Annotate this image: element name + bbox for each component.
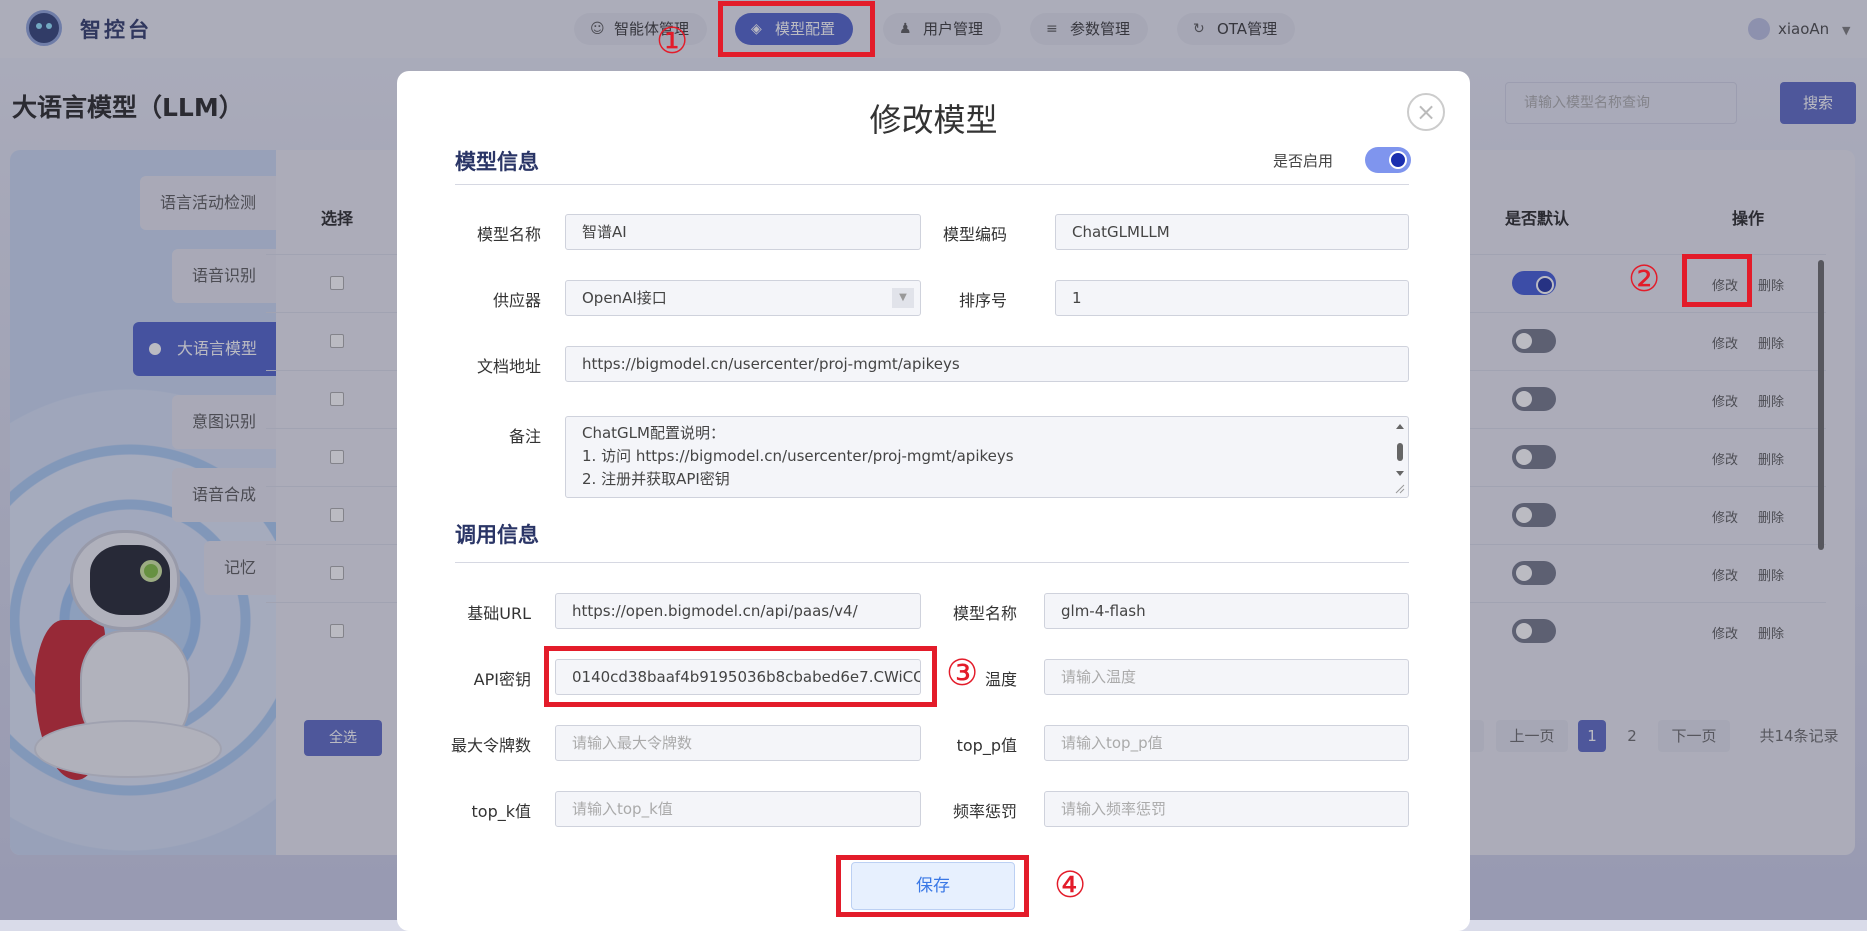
model-name-label: 模型名称 (476, 225, 541, 244)
enable-label: 是否启用 (1273, 152, 1334, 170)
provider-label: 供应器 (492, 291, 541, 310)
enable-switch[interactable] (1365, 147, 1411, 173)
max-tokens-label: 最大令牌数 (450, 736, 531, 755)
annotation-mark-4: ④ (1054, 865, 1087, 906)
freq-penalty-label: 频率惩罚 (952, 802, 1017, 821)
model-code-label: 模型编码 (942, 225, 1007, 244)
annotation-mark-1: ① (656, 21, 689, 62)
base-url-label: 基础URL (467, 604, 531, 623)
divider (455, 184, 1409, 185)
provider-value: OpenAI接口 (582, 289, 667, 307)
call-model-name-label: 模型名称 (952, 604, 1017, 623)
call-model-name-input[interactable]: glm-4-flash (1044, 593, 1409, 629)
base-url-input[interactable]: https://open.bigmodel.cn/api/paas/v4/ (555, 593, 921, 629)
section-model-info: 模型信息 (455, 150, 539, 174)
remark-textarea[interactable]: ChatGLM配置说明： 1. 访问 https://bigmodel.cn/u… (565, 416, 1409, 498)
annotation-box-nav (718, 1, 875, 57)
annotation-box-save (836, 855, 1029, 917)
textarea-scrollbar[interactable] (1394, 421, 1406, 495)
section-call-info: 调用信息 (455, 523, 539, 547)
annotation-mark-3: ③ (946, 653, 979, 694)
dialog-title: 修改模型 (869, 101, 998, 139)
close-icon[interactable]: × (1407, 93, 1445, 131)
remark-line: 1. 访问 https://bigmodel.cn/usercenter/pro… (582, 447, 1014, 465)
top-k-input[interactable]: 请输入top_k值 (555, 791, 921, 827)
model-code-input[interactable]: ChatGLMLLM (1055, 214, 1409, 250)
temperature-input[interactable]: 请输入温度 (1044, 659, 1409, 695)
remark-label: 备注 (508, 427, 541, 446)
doc-url-input[interactable]: https://bigmodel.cn/usercenter/proj-mgmt… (565, 346, 1409, 382)
annotation-mark-2: ② (1628, 259, 1661, 300)
model-name-input[interactable]: 智谱AI (565, 214, 921, 250)
max-tokens-input[interactable]: 请输入最大令牌数 (555, 725, 921, 761)
remark-line: ChatGLM配置说明： (582, 424, 725, 442)
provider-select[interactable]: OpenAI接口 ▼ (565, 280, 921, 316)
freq-penalty-input[interactable]: 请输入频率惩罚 (1044, 791, 1409, 827)
divider (455, 562, 1409, 563)
annotation-box-api-key (544, 646, 937, 707)
doc-url-label: 文档地址 (476, 357, 541, 376)
sort-input[interactable]: 1 (1055, 280, 1409, 316)
annotation-box-edit (1682, 254, 1752, 307)
top-p-input[interactable]: 请输入top_p值 (1044, 725, 1409, 761)
remark-line: 2. 注册并获取API密钥 (582, 470, 730, 488)
top-p-label: top_p值 (956, 736, 1017, 755)
top-k-label: top_k值 (471, 802, 532, 821)
sort-label: 排序号 (958, 291, 1007, 310)
api-key-label: API密钥 (473, 670, 531, 689)
edit-model-dialog: 修改模型 × 模型信息 是否启用 模型名称 智谱AI 模型编码 ChatGLML… (397, 71, 1470, 931)
